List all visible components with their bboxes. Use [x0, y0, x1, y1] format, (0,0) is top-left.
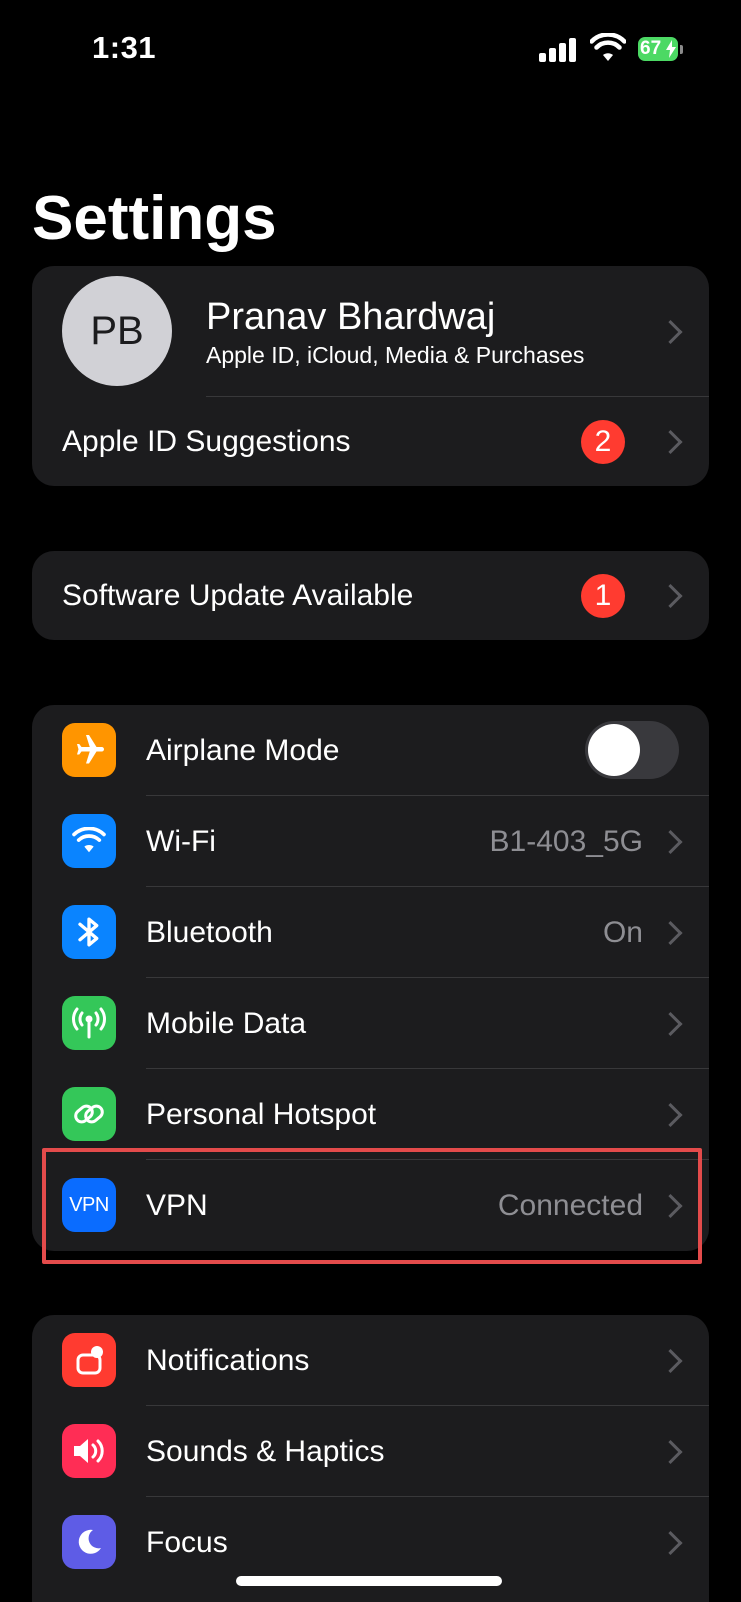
vpn-label: VPN: [146, 1189, 208, 1222]
profile-subtitle: Apple ID, iCloud, Media & Purchases: [206, 342, 585, 368]
profile-name: Pranav Bhardwaj: [206, 296, 496, 338]
wifi-row[interactable]: Wi-Fi B1-403_5G: [32, 796, 709, 887]
chevron-right-icon: [658, 1102, 683, 1127]
wifi-icon: [62, 814, 116, 868]
focus-label: Focus: [146, 1526, 228, 1559]
vpn-icon: VPN: [62, 1178, 116, 1232]
focus-row[interactable]: Focus: [32, 1497, 709, 1588]
battery-percent: 67: [640, 38, 662, 59]
software-update-group: Software Update Available 1: [32, 551, 709, 640]
home-indicator[interactable]: [236, 1576, 502, 1586]
vpn-status-value: Connected: [497, 1189, 643, 1222]
battery-icon: 67: [638, 37, 683, 61]
bluetooth-icon: [62, 905, 116, 959]
software-update-label: Software Update Available: [62, 579, 414, 612]
speaker-icon: [62, 1424, 116, 1478]
connectivity-group: Airplane Mode Wi-Fi B1-403_5G Bluetooth …: [32, 705, 709, 1251]
chevron-right-icon: [658, 429, 683, 454]
personal-hotspot-label: Personal Hotspot: [146, 1098, 377, 1131]
sounds-haptics-row[interactable]: Sounds & Haptics: [32, 1406, 709, 1497]
bluetooth-label: Bluetooth: [146, 916, 273, 949]
airplane-icon: [62, 723, 116, 777]
notification-badge: 2: [581, 419, 625, 464]
vpn-icon-text: VPN: [69, 1193, 109, 1216]
wifi-network-value: B1-403_5G: [489, 825, 643, 858]
sounds-haptics-label: Sounds & Haptics: [146, 1435, 385, 1468]
profile-group: PB Pranav Bhardwaj Apple ID, iCloud, Med…: [32, 266, 709, 486]
chevron-right-icon: [658, 1530, 683, 1555]
apple-id-profile-row[interactable]: PB Pranav Bhardwaj Apple ID, iCloud, Med…: [32, 266, 709, 397]
notifications-label: Notifications: [146, 1344, 310, 1377]
wifi-status-icon: [590, 33, 626, 61]
chevron-right-icon: [658, 829, 683, 854]
mobile-data-label: Mobile Data: [146, 1007, 307, 1040]
chevron-right-icon: [658, 583, 683, 608]
airplane-mode-toggle[interactable]: [585, 721, 679, 779]
software-update-row[interactable]: Software Update Available 1: [32, 551, 709, 640]
chevron-right-icon: [658, 920, 683, 945]
airplane-mode-label: Airplane Mode: [146, 734, 340, 767]
chevron-right-icon: [658, 319, 683, 344]
general-group: Notifications Sounds & Haptics Focus: [32, 1315, 709, 1602]
notification-badge: 1: [581, 573, 625, 618]
notifications-row[interactable]: Notifications: [32, 1315, 709, 1406]
apple-id-suggestions-row[interactable]: Apple ID Suggestions 2: [32, 397, 709, 486]
chevron-right-icon: [658, 1439, 683, 1464]
link-icon: [62, 1087, 116, 1141]
chevron-right-icon: [658, 1193, 683, 1218]
status-bar: 1:31 67: [0, 0, 741, 100]
cellular-signal-icon: [539, 36, 579, 62]
bluetooth-row[interactable]: Bluetooth On: [32, 887, 709, 978]
wifi-label: Wi-Fi: [146, 825, 216, 858]
mobile-data-row[interactable]: Mobile Data: [32, 978, 709, 1069]
status-time: 1:31: [92, 30, 157, 65]
antenna-icon: [62, 996, 116, 1050]
airplane-mode-row: Airplane Mode: [32, 705, 709, 796]
personal-hotspot-row[interactable]: Personal Hotspot: [32, 1069, 709, 1160]
chevron-right-icon: [658, 1348, 683, 1373]
moon-icon: [62, 1515, 116, 1569]
page-title: Settings: [32, 184, 277, 253]
vpn-row[interactable]: VPN VPN Connected: [32, 1160, 709, 1251]
bell-icon: [62, 1333, 116, 1387]
chevron-right-icon: [658, 1011, 683, 1036]
apple-id-suggestions-label: Apple ID Suggestions: [62, 425, 351, 458]
bluetooth-status-value: On: [602, 916, 643, 949]
avatar: PB: [62, 276, 172, 386]
